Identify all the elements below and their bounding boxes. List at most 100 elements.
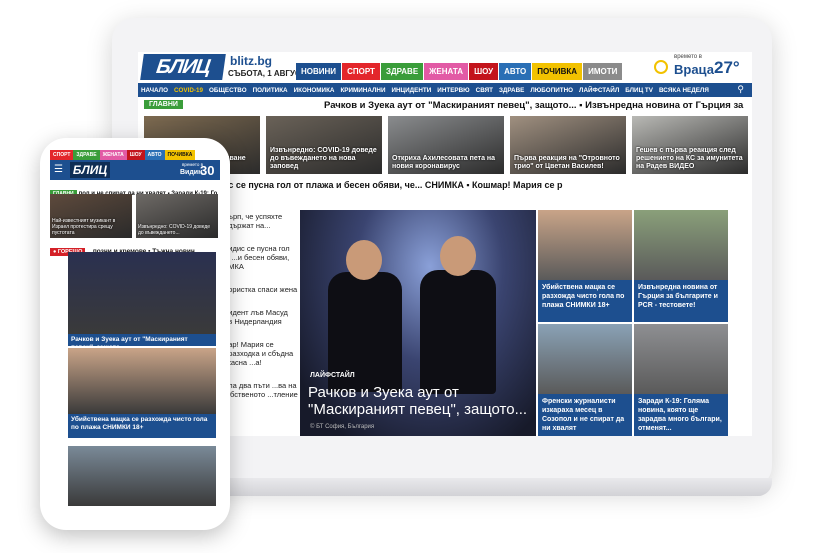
nav-item[interactable]: COVID-19 (171, 87, 206, 94)
nav-item[interactable]: ЗДРАВЕ (496, 87, 527, 94)
weather-city: Враца (674, 62, 714, 77)
mobile-weather-city: Видин (180, 169, 203, 176)
headline-link[interactable]: ...ористка спаси жена (222, 285, 298, 294)
tile-caption: Заради К-19: Голяма новина, която ще зар… (634, 394, 728, 436)
mobile-news-strip: Най-известният музикант в Израел протест… (50, 194, 220, 238)
hero-head-right (440, 236, 476, 276)
tile-caption: Френски журналисти изкараха месец в Созо… (538, 394, 632, 436)
mobile-category-tab[interactable]: СПОРТ (50, 150, 74, 160)
mobile-weather-temp: 30 (200, 163, 215, 178)
nav-item[interactable]: ЛЮБОПИТНО (527, 87, 576, 94)
tile-image (634, 324, 728, 394)
mobile-strip-caption: Извънредно: COVID-19 доведе до въвеждане… (138, 224, 211, 236)
tile-article[interactable]: Убийствена мацка се разхожда чисто гола … (538, 210, 632, 322)
mobile-category-tab[interactable]: ЗДРАВЕ (73, 150, 100, 160)
nav-item[interactable]: КРИМИНАЛНИ (337, 87, 388, 94)
nav-item[interactable]: ЛАЙФСТАЙЛ (576, 87, 622, 94)
tile-article[interactable]: Френски журналисти изкараха месец в Созо… (538, 324, 632, 436)
tile-article[interactable]: Извънредна новина от Гърция за българите… (634, 210, 728, 322)
sun-icon (654, 60, 668, 74)
hero-tag: ЛАЙФСТАЙЛ (310, 372, 355, 379)
mobile-category-tab[interactable]: АВТО (144, 150, 165, 160)
hero-article[interactable]: ЛАЙФСТАЙЛ Рачков и Зуека аут от "Маскира… (300, 210, 536, 436)
strip-caption: Гешев с първа реакция след решението на … (636, 147, 743, 170)
category-tab[interactable]: ПОЧИВКА (532, 63, 583, 80)
strip-caption: Извънредно: COVID-19 доведе до въвеждане… (270, 147, 377, 170)
category-tab[interactable]: ЖЕНАТА (424, 63, 469, 80)
tile-image (538, 210, 632, 280)
nav-item[interactable]: СВЯТ (473, 87, 496, 94)
tile-image (634, 210, 728, 280)
secondary-ticker[interactable]: Цитиридис се пусна гол от плажа и бесен … (138, 180, 752, 192)
weather-label: времето в (674, 54, 702, 60)
mobile-card-image (68, 348, 216, 414)
mobile-category-tab[interactable]: ПОЧИВКА (164, 150, 196, 160)
site-logo[interactable]: БЛИЦ (140, 54, 226, 80)
site-date: СЪБОТА, 1 АВГУСТ (228, 69, 306, 78)
search-icon[interactable]: ⚲ (737, 84, 744, 95)
main-nav: НАЧАЛО COVID-19 ОБЩЕСТВО ПОЛИТИКА ИКОНОМИКА К… (138, 83, 752, 97)
mobile-hot-bar: ● ГОРЕЩО...позни и кремове ▪ Тъжна новин (50, 240, 220, 256)
mobile-category-tab[interactable]: ШОУ (126, 150, 145, 160)
mobile-card-caption: Рачков и Зуека аут от "Маскираният певец… (68, 334, 216, 346)
nav-item[interactable]: ИКОНОМИКА (291, 87, 338, 94)
category-tab[interactable]: ШОУ (469, 63, 499, 80)
headline-link[interactable]: ...идис се пусна гол от ...и бесен обяви… (222, 244, 298, 271)
headline-link[interactable]: ...идент лъв Масуд ...в Нидерландия (222, 308, 298, 326)
nav-item[interactable]: НАЧАЛО (138, 87, 171, 94)
desktop-screen: БЛИЦ blitz.bg СЪБОТА, 1 АВГУСТ НОВИНИ СПО… (138, 52, 752, 436)
mobile-ticker: ГЛАВНИпол и не спират да ни хвалят ▪ Зар… (50, 182, 220, 198)
mobile-header: ☰ БЛИЦ времето в Видин 30 (50, 160, 220, 180)
mobile-logo[interactable]: БЛИЦ (70, 162, 110, 178)
mobile-strip-article[interactable]: Най-известният музикант в Израел протест… (50, 194, 132, 238)
headline-link[interactable]: ...ърп, че успяхте ...държат на... (222, 212, 298, 230)
category-tab[interactable]: НОВИНИ (296, 63, 342, 80)
tile-caption: Убийствена мацка се разхожда чисто гола … (538, 280, 632, 322)
hero-title[interactable]: Рачков и Зуека аут от "Маскираният певец… (308, 384, 532, 418)
hero-head-left (346, 240, 382, 280)
category-tab[interactable]: СПОРТ (342, 63, 380, 80)
strip-article[interactable]: Откриха Ахилесовата пета на новия корона… (388, 116, 504, 174)
tile-article[interactable]: Заради К-19: Голяма новина, която ще зар… (634, 324, 728, 436)
ticker-text[interactable]: Рачков и Зуека аут от "Маскираният певец… (324, 100, 743, 111)
mobile-article-card[interactable] (68, 446, 216, 506)
tile-image (538, 324, 632, 394)
headline-link[interactable]: ...ла два пъти ...ва на собственото ...т… (222, 381, 298, 399)
category-tab[interactable]: АВТО (499, 63, 532, 80)
mobile-strip-article[interactable]: Извънредно: COVID-19 доведе до въвеждане… (136, 194, 218, 238)
mobile-card-image (68, 446, 216, 506)
strip-article[interactable]: Гешев с първа реакция след решението на … (632, 116, 748, 174)
hero-credit: © БТ София, България (310, 424, 375, 430)
mobile-article-card[interactable]: Убийствена мацка се разхожда чисто гола … (68, 348, 216, 438)
menu-icon[interactable]: ☰ (54, 164, 63, 176)
nav-item[interactable]: ИНЦИДЕНТИ (388, 87, 434, 94)
strip-caption: Откриха Ахилесовата пета на новия корона… (392, 155, 496, 170)
strip-article[interactable]: Първа реакция на "Отровното трио" от Цве… (510, 116, 626, 174)
strip-caption: Първа реакция на "Отровното трио" от Цве… (514, 155, 620, 170)
weather-widget[interactable]: времето в Враца 27° (652, 54, 752, 80)
news-strip: ...чанда за пъти по-...ряване на...Извън… (144, 116, 748, 174)
strip-article[interactable]: Извънредно: COVID-19 доведе до въвеждане… (266, 116, 382, 174)
site-header: БЛИЦ blitz.bg СЪБОТА, 1 АВГУСТ НОВИНИ СПО… (138, 52, 752, 82)
left-headlines: ...ърп, че успяхте ...държат на... ...иди… (222, 212, 298, 436)
category-tab[interactable]: ИМОТИ (583, 63, 623, 80)
nav-item[interactable]: БЛИЦ TV (622, 87, 656, 94)
tile-caption: Извънредна новина от Гърция за българите… (634, 280, 728, 322)
mobile-card-caption: Убийствена мацка се разхожда чисто гола … (68, 414, 216, 438)
nav-item[interactable]: ВСЯКА НЕДЕЛЯ (656, 87, 712, 94)
category-bar: НОВИНИ СПОРТ ЗДРАВЕ ЖЕНАТА ШОУ АВТО ПОЧИВКА ИМО… (296, 63, 623, 80)
mobile-category-tab[interactable]: ЖЕНАТА (99, 150, 127, 160)
weather-temp: 27° (714, 58, 740, 77)
category-tab[interactable]: ЗДРАВЕ (380, 63, 424, 80)
news-ticker: ГЛАВНИ Рачков и Зуека аут от "Маскирания… (138, 99, 752, 113)
nav-item[interactable]: ИНТЕРВЮ (434, 87, 472, 94)
mobile-screen: СПОРТ ЗДРАВЕ ЖЕНАТА ШОУ АВТО ПОЧИВКА ☰ БЛИЦ в… (50, 150, 220, 522)
site-name[interactable]: blitz.bg (230, 54, 272, 68)
headline-link[interactable]: ...ар! Мария се ...разходка и сбъдна ужа… (222, 340, 298, 367)
hero-person-right (420, 270, 496, 394)
ticker-badge: ГЛАВНИ (144, 100, 183, 109)
mobile-article-card[interactable]: Рачков и Зуека аут от "Маскираният певец… (68, 252, 216, 346)
nav-item[interactable]: ПОЛИТИКА (250, 87, 291, 94)
mobile-strip-caption: Най-известният музикант в Израел протест… (52, 218, 116, 236)
nav-item[interactable]: ОБЩЕСТВО (206, 87, 250, 94)
